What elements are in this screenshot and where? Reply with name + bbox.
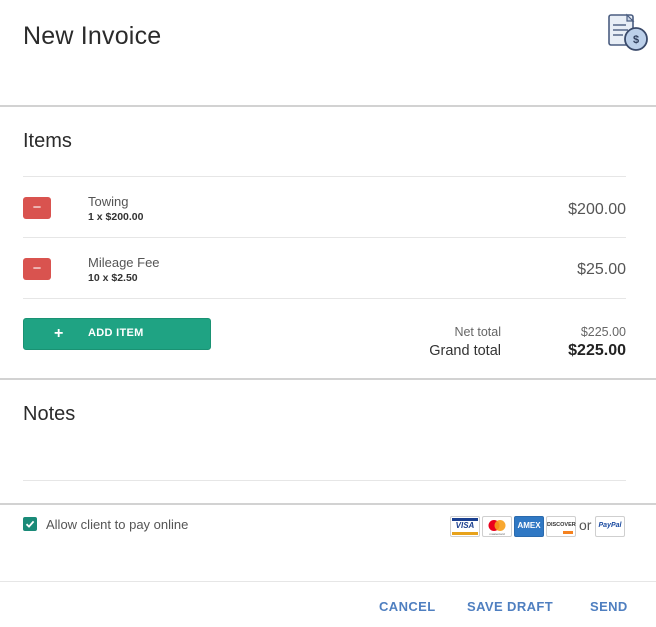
notes-section-title: Notes xyxy=(23,403,76,425)
notes-underline xyxy=(23,480,626,481)
footer-divider xyxy=(0,581,656,582)
table-row: − Towing 1 x $200.00 $200.00 xyxy=(0,177,656,237)
add-item-button[interactable]: + ADD ITEM xyxy=(23,318,211,350)
table-row: − Mileage Fee 10 x $2.50 $25.00 xyxy=(0,238,656,298)
remove-item-button[interactable]: − xyxy=(23,197,51,219)
discover-card-icon: DISCOVER xyxy=(546,516,576,537)
mastercard-card-icon: mastercard xyxy=(482,516,512,537)
notes-section-divider xyxy=(0,503,656,505)
item-quantity: 10 x $2.50 xyxy=(88,272,138,284)
visa-card-icon: VISA xyxy=(450,516,480,537)
cancel-button[interactable]: CANCEL xyxy=(379,599,436,614)
svg-text:$: $ xyxy=(633,34,639,46)
items-section-title: Items xyxy=(23,130,72,152)
page-title: New Invoice xyxy=(23,22,162,50)
items-section-divider xyxy=(0,378,656,380)
invoice-dollar-icon: $ xyxy=(606,12,652,54)
allow-online-label: Allow client to pay online xyxy=(46,517,189,532)
checkmark-icon xyxy=(25,520,35,528)
save-draft-button[interactable]: SAVE DRAFT xyxy=(467,599,553,614)
plus-icon: + xyxy=(54,325,64,342)
or-label: or xyxy=(579,517,592,533)
send-button[interactable]: SEND xyxy=(590,599,628,614)
allow-online-checkbox[interactable] xyxy=(23,517,37,531)
item-quantity: 1 x $200.00 xyxy=(88,211,144,223)
item-name: Towing xyxy=(88,194,129,209)
item-amount: $200.00 xyxy=(568,201,626,218)
net-total-value: $225.00 xyxy=(580,325,626,339)
grand-total-value: $225.00 xyxy=(568,342,626,359)
amex-card-icon: AMEX xyxy=(514,516,544,537)
item-amount: $25.00 xyxy=(577,261,626,278)
header-divider xyxy=(0,105,656,107)
paypal-card-icon: PayPal xyxy=(595,516,625,537)
notes-input[interactable] xyxy=(23,432,626,478)
add-item-label: ADD ITEM xyxy=(88,327,144,339)
items-bottom-divider xyxy=(23,298,626,299)
remove-item-button[interactable]: − xyxy=(23,258,51,280)
item-name: Mileage Fee xyxy=(88,255,160,270)
